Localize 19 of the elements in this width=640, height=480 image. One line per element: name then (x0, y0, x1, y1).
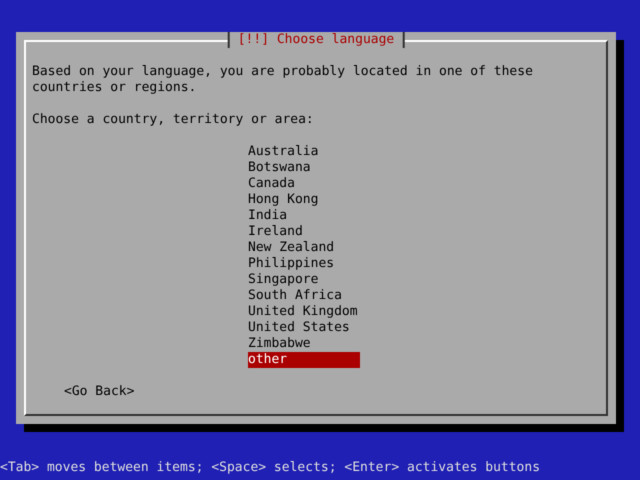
dialog-title: [!!] Choose language (228, 32, 404, 48)
country-option[interactable]: Philippines (248, 256, 360, 272)
country-option[interactable]: South Africa (248, 288, 360, 304)
country-option[interactable]: India (248, 208, 360, 224)
help-line: <Tab> moves between items; <Space> selects; <Enter> activates buttons (0, 459, 542, 477)
country-option[interactable]: New Zealand (248, 240, 360, 256)
country-option[interactable]: other (248, 352, 360, 368)
country-option[interactable]: Hong Kong (248, 192, 360, 208)
go-back-button[interactable]: <Go Back> (64, 384, 134, 400)
country-option[interactable]: Botswana (248, 160, 360, 176)
country-option[interactable]: Singapore (248, 272, 360, 288)
country-option[interactable]: United Kingdom (248, 304, 360, 320)
country-option[interactable]: Canada (248, 176, 360, 192)
country-option[interactable]: United States (248, 320, 360, 336)
country-option[interactable]: Ireland (248, 224, 360, 240)
country-option[interactable]: Australia (248, 144, 360, 160)
prompt-text: Choose a country, territory or area: (32, 112, 315, 128)
country-option[interactable]: Zimbabwe (248, 336, 360, 352)
message-text: Based on your language, you are probably located in one of these countries or regions. (32, 64, 534, 96)
